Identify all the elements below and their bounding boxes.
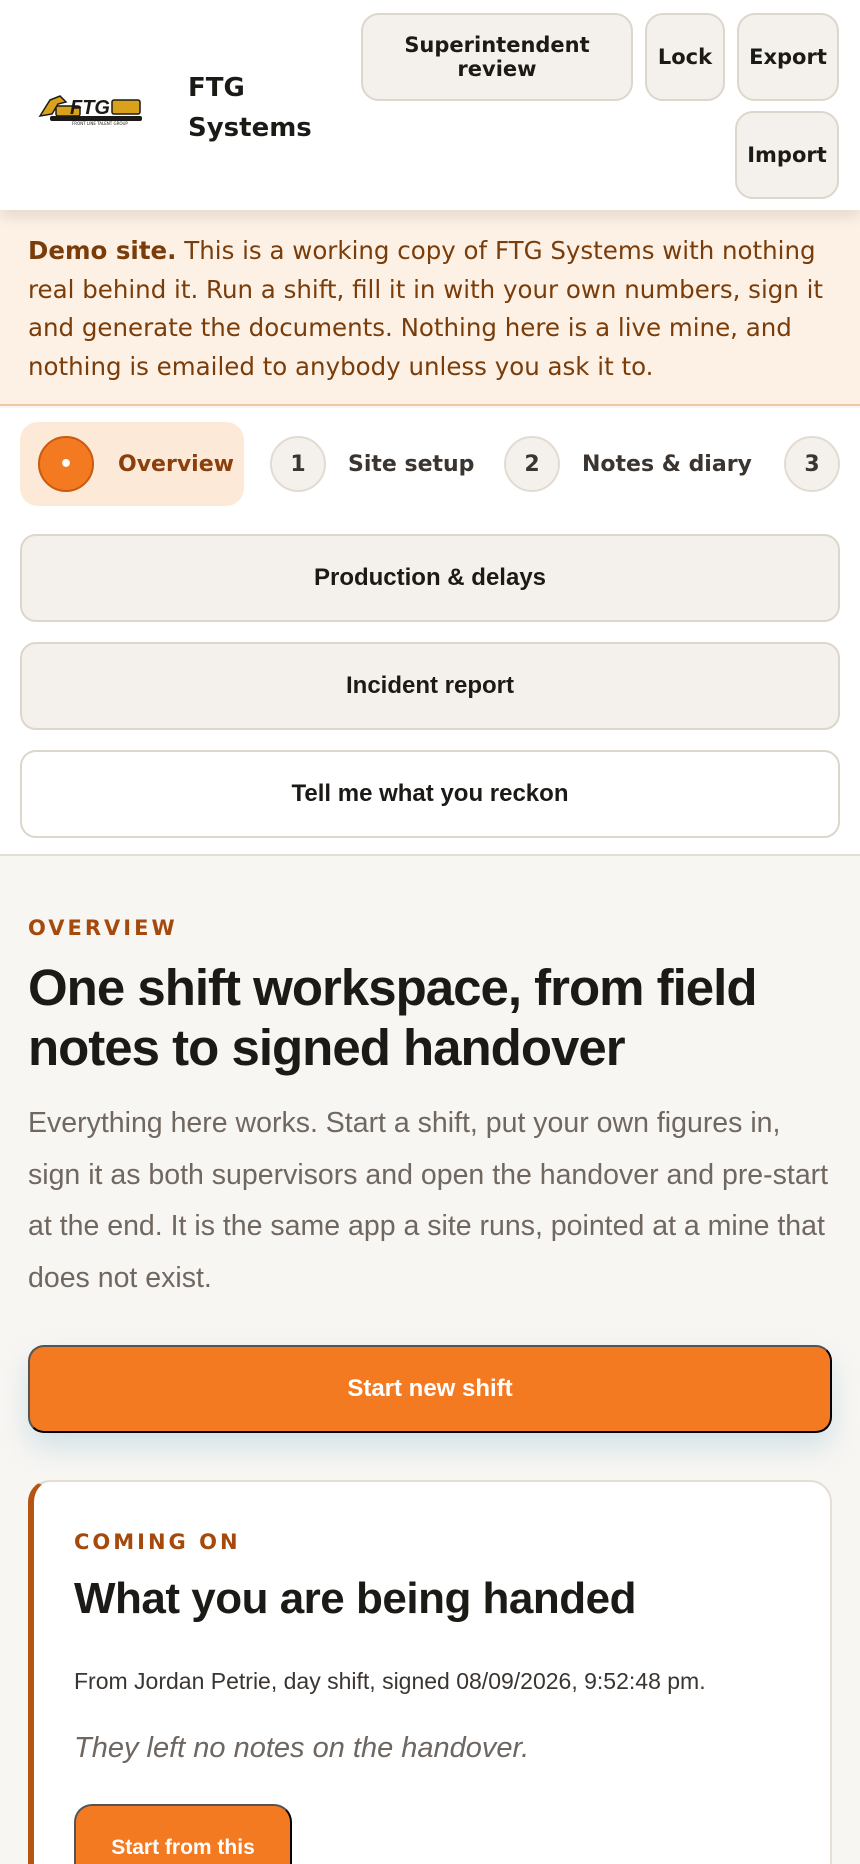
superintendent-review-button[interactable]: Superintendent review xyxy=(361,13,633,101)
overview-lead: Everything here works. Start a shift, pu… xyxy=(28,1107,829,1294)
handover-card: COMING ON What you are being handed From… xyxy=(28,1480,832,1864)
logo-wordmark: FTG xyxy=(70,97,110,119)
demo-banner: Demo site. This is a working copy of FTG… xyxy=(0,210,860,406)
production-delays-button[interactable]: Production & delays xyxy=(20,534,840,622)
step-overview[interactable]: • Overview xyxy=(20,422,244,506)
demo-banner-lead: Demo site. xyxy=(28,236,177,265)
lock-button[interactable]: Lock xyxy=(645,13,725,101)
logo-tagline: FRONT LINE TALENT GROUP xyxy=(72,121,128,126)
handover-title: What you are being handed xyxy=(74,1574,637,1623)
step-overview-indicator: • xyxy=(38,436,94,492)
handover-eyebrow: COMING ON xyxy=(74,1530,241,1554)
page-title: One shift workspace, from field notes to… xyxy=(28,959,758,1076)
brand-name: FTG Systems xyxy=(188,73,312,143)
handover-meta: From Jordan Petrie, day shift, signed 08… xyxy=(74,1668,706,1694)
export-button[interactable]: Export xyxy=(737,13,839,101)
incident-report-button[interactable]: Incident report xyxy=(20,642,840,730)
step-site-setup[interactable]: 1 Site setup xyxy=(270,422,480,506)
import-button[interactable]: Import xyxy=(735,111,839,199)
ftg-logo[interactable]: FTG FRONT LINE TALENT GROUP xyxy=(36,86,148,126)
feedback-button[interactable]: Tell me what you reckon xyxy=(20,750,840,838)
overview-eyebrow: OVERVIEW xyxy=(28,916,178,940)
start-from-this-button[interactable]: Start from this xyxy=(74,1804,292,1864)
excavator-logo-icon: FTG FRONT LINE TALENT GROUP xyxy=(38,95,142,126)
step-production[interactable]: 3 xyxy=(784,422,844,506)
step-site-setup-label: Site setup xyxy=(348,451,475,477)
handover-note: They left no notes on the handover. xyxy=(74,1732,530,1764)
step-site-setup-number: 1 xyxy=(270,436,326,492)
step-overview-label: Overview xyxy=(118,451,234,477)
step-production-number: 3 xyxy=(784,436,840,492)
step-notes-diary[interactable]: 2 Notes & diary xyxy=(504,422,754,506)
start-new-shift-button[interactable]: Start new shift xyxy=(28,1345,832,1433)
shift-steps-nav: • Overview 1 Site setup 2 Notes & diary … xyxy=(0,408,860,856)
step-notes-diary-label: Notes & diary xyxy=(582,451,752,477)
step-notes-diary-number: 2 xyxy=(504,436,560,492)
app-header: FTG FRONT LINE TALENT GROUP FTG Systems … xyxy=(0,0,860,210)
